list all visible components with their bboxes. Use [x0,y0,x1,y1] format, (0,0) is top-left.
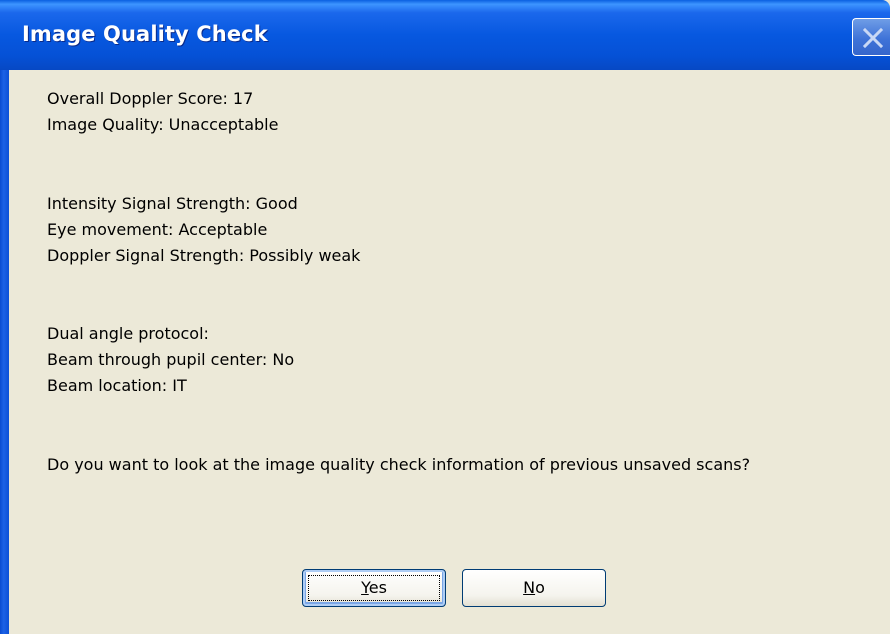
image-quality-check-dialog: Image Quality Check Overall Doppler Scor… [0,0,890,634]
yes-label-rest: es [368,578,387,597]
close-button[interactable] [852,18,890,56]
title-bar[interactable]: Image Quality Check [0,0,890,70]
doppler-signal-strength: Doppler Signal Strength: Possibly weak [47,246,361,265]
window-title: Image Quality Check [22,22,268,46]
no-label-rest: o [535,578,545,597]
dual-angle-protocol-label: Dual angle protocol: [47,324,209,343]
image-quality-status: Image Quality: Unacceptable [47,115,279,134]
yes-button[interactable]: Yes [302,569,446,607]
no-mnemonic: N [523,578,536,597]
beam-through-pupil-center: Beam through pupil center: No [47,350,295,369]
intensity-signal-strength: Intensity Signal Strength: Good [47,194,298,213]
yes-button-label: Yes [361,578,387,597]
overall-doppler-score: Overall Doppler Score: 17 [47,89,254,108]
dialog-body: Overall Doppler Score: 17 Image Quality:… [9,70,890,634]
eye-movement-status: Eye movement: Acceptable [47,220,268,239]
beam-location: Beam location: IT [47,376,187,395]
yes-mnemonic: Y [361,578,369,597]
close-icon [862,27,884,49]
no-button-label: No [523,578,545,597]
window-border-left [0,70,9,634]
no-button[interactable]: No [462,569,606,607]
question-text: Do you want to look at the image quality… [47,455,751,474]
